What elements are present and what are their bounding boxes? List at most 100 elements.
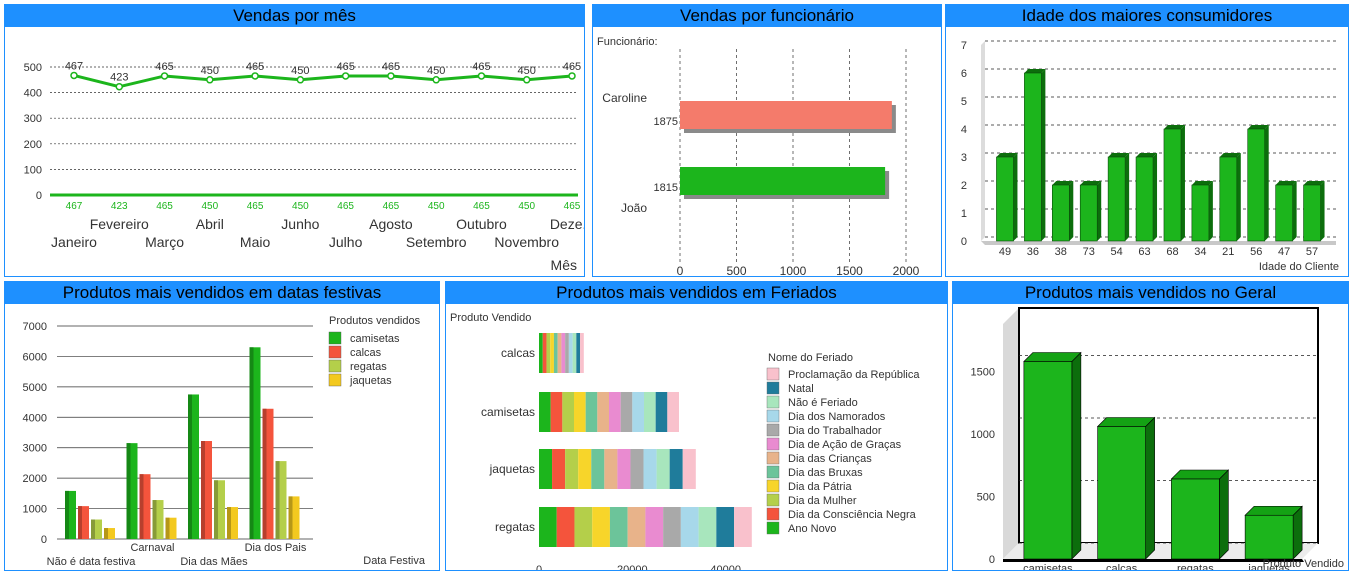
chart-datas-festivas: 0 1000 2000 3000 4000 5000 6000 7000 Não é data …: [23, 315, 426, 568]
legend-label: Dia da Mulher: [788, 495, 857, 507]
legend-label: Dia das Bruxas: [788, 467, 863, 479]
bar-segment: [632, 392, 644, 432]
bar-segment: [550, 392, 563, 432]
bar-segment: [572, 333, 577, 373]
bar: [1024, 72, 1042, 242]
panel-title: Produtos mais vendidos em datas festivas: [5, 282, 439, 304]
bar-segment: [591, 449, 605, 489]
bar-shade: [214, 480, 218, 539]
chart-geral: 050010001500camisetas calcas regatas jaquet…: [971, 307, 1344, 571]
panel-title: Vendas por funcionário: [593, 5, 941, 27]
y-tick-label: 5: [961, 96, 967, 108]
legend-label: Dia da Consciência Negra: [788, 509, 917, 521]
bar-top: [1244, 505, 1303, 516]
bar-top: [1096, 417, 1156, 427]
data-label: 465: [563, 61, 581, 73]
y-tick-label: camisetas: [481, 405, 535, 419]
x-tick-label: Maio: [240, 234, 271, 250]
x-tick-label: Novembro: [494, 234, 559, 250]
legend-swatch: [328, 331, 342, 345]
legend-swatch: [328, 373, 342, 387]
legend-swatch: [766, 409, 780, 423]
floor: [981, 241, 1336, 245]
bar-shade: [262, 408, 267, 539]
legend-swatch: [766, 381, 780, 395]
legend-label: regatas: [350, 361, 387, 373]
bar-segment: [585, 392, 598, 432]
bar-segment: [556, 507, 575, 547]
bar-segment: [597, 392, 609, 432]
bar-segment: [680, 507, 699, 547]
data-label: 465: [472, 61, 490, 73]
bar-segment: [574, 507, 593, 547]
legend-label: camisetas: [350, 333, 400, 345]
y-tick-label: 300: [24, 113, 42, 125]
bar-shade: [275, 461, 280, 539]
x-tick-label: Não é data festiva: [47, 556, 137, 568]
x-tick-label: 1000: [780, 264, 807, 277]
bar-segment: [539, 392, 551, 432]
x-tick-label: 34: [1194, 246, 1206, 258]
data-label: 450: [201, 65, 219, 77]
zero-line-label: 465: [383, 201, 400, 212]
bar-side: [1125, 153, 1130, 241]
legend-swatch: [328, 345, 342, 359]
x-tick-label: calcas: [1106, 563, 1138, 571]
bar-shade: [91, 519, 95, 539]
legend-swatch: [766, 395, 780, 409]
bar: [1303, 184, 1321, 242]
legend-label: Dia dos Namorados: [788, 411, 886, 423]
x-tick-label: 47: [1278, 246, 1290, 258]
data-point: [477, 72, 486, 80]
bar-shade: [165, 517, 170, 539]
x-tick-label: 54: [1111, 246, 1123, 258]
legend-label: Não é Feriado: [788, 397, 858, 409]
data-point: [432, 76, 440, 84]
y-tick-label: 0: [961, 236, 967, 248]
x-axis-title: Idade do Cliente: [1259, 261, 1339, 273]
y-tick-label: calcas: [501, 346, 535, 360]
x-tick-label: Dia dos Pais: [245, 542, 307, 554]
y-tick-label: 500: [977, 492, 995, 504]
bar-shade: [201, 441, 205, 539]
zero-line-label: 450: [518, 201, 535, 212]
bar-side: [1071, 351, 1082, 560]
legend-swatch: [328, 359, 342, 373]
bar: [1023, 361, 1073, 560]
x-tick-label: 63: [1138, 246, 1150, 258]
bar-segment: [663, 507, 681, 547]
x-tick-label: Carnaval: [130, 542, 174, 554]
data-point: [206, 76, 214, 84]
x-tick-label: Agosto: [369, 216, 413, 232]
x-tick-label: 49: [999, 246, 1011, 258]
x-tick-label: Janeiro: [51, 234, 97, 250]
bar-segment: [568, 333, 573, 373]
data-point: [296, 76, 305, 84]
x-tick-label: 0: [536, 564, 542, 571]
data-label: 1875: [654, 116, 678, 128]
bar-segment: [574, 392, 586, 432]
y-tick-label: 500: [24, 62, 42, 74]
bar-segment: [592, 507, 610, 547]
y-tick-label: 400: [24, 88, 42, 100]
legend-label: Ano Novo: [788, 523, 836, 535]
bar: [1244, 514, 1294, 560]
legend-label: Dia de Ação de Graças: [788, 439, 902, 451]
x-tick-label: Julho: [329, 234, 363, 250]
bar: [1079, 184, 1098, 242]
x-tick-label: Abril: [196, 216, 224, 232]
bar: [1275, 184, 1293, 242]
bar-side: [1097, 181, 1102, 241]
bar-shade: [188, 394, 192, 539]
data-label: 450: [518, 65, 536, 77]
y-tick-label: 1000: [971, 429, 995, 441]
y-tick-label: jaquetas: [489, 462, 535, 476]
bar: [680, 101, 892, 129]
bar-top: [1170, 469, 1230, 480]
x-tick-label: Dia das Mães: [180, 556, 248, 568]
bar-segment: [734, 507, 752, 547]
bar-segment: [565, 333, 569, 373]
y-tick-label: 7000: [23, 321, 47, 333]
zero-line-label: 423: [111, 201, 128, 212]
y-tick-label: 4000: [23, 412, 47, 424]
